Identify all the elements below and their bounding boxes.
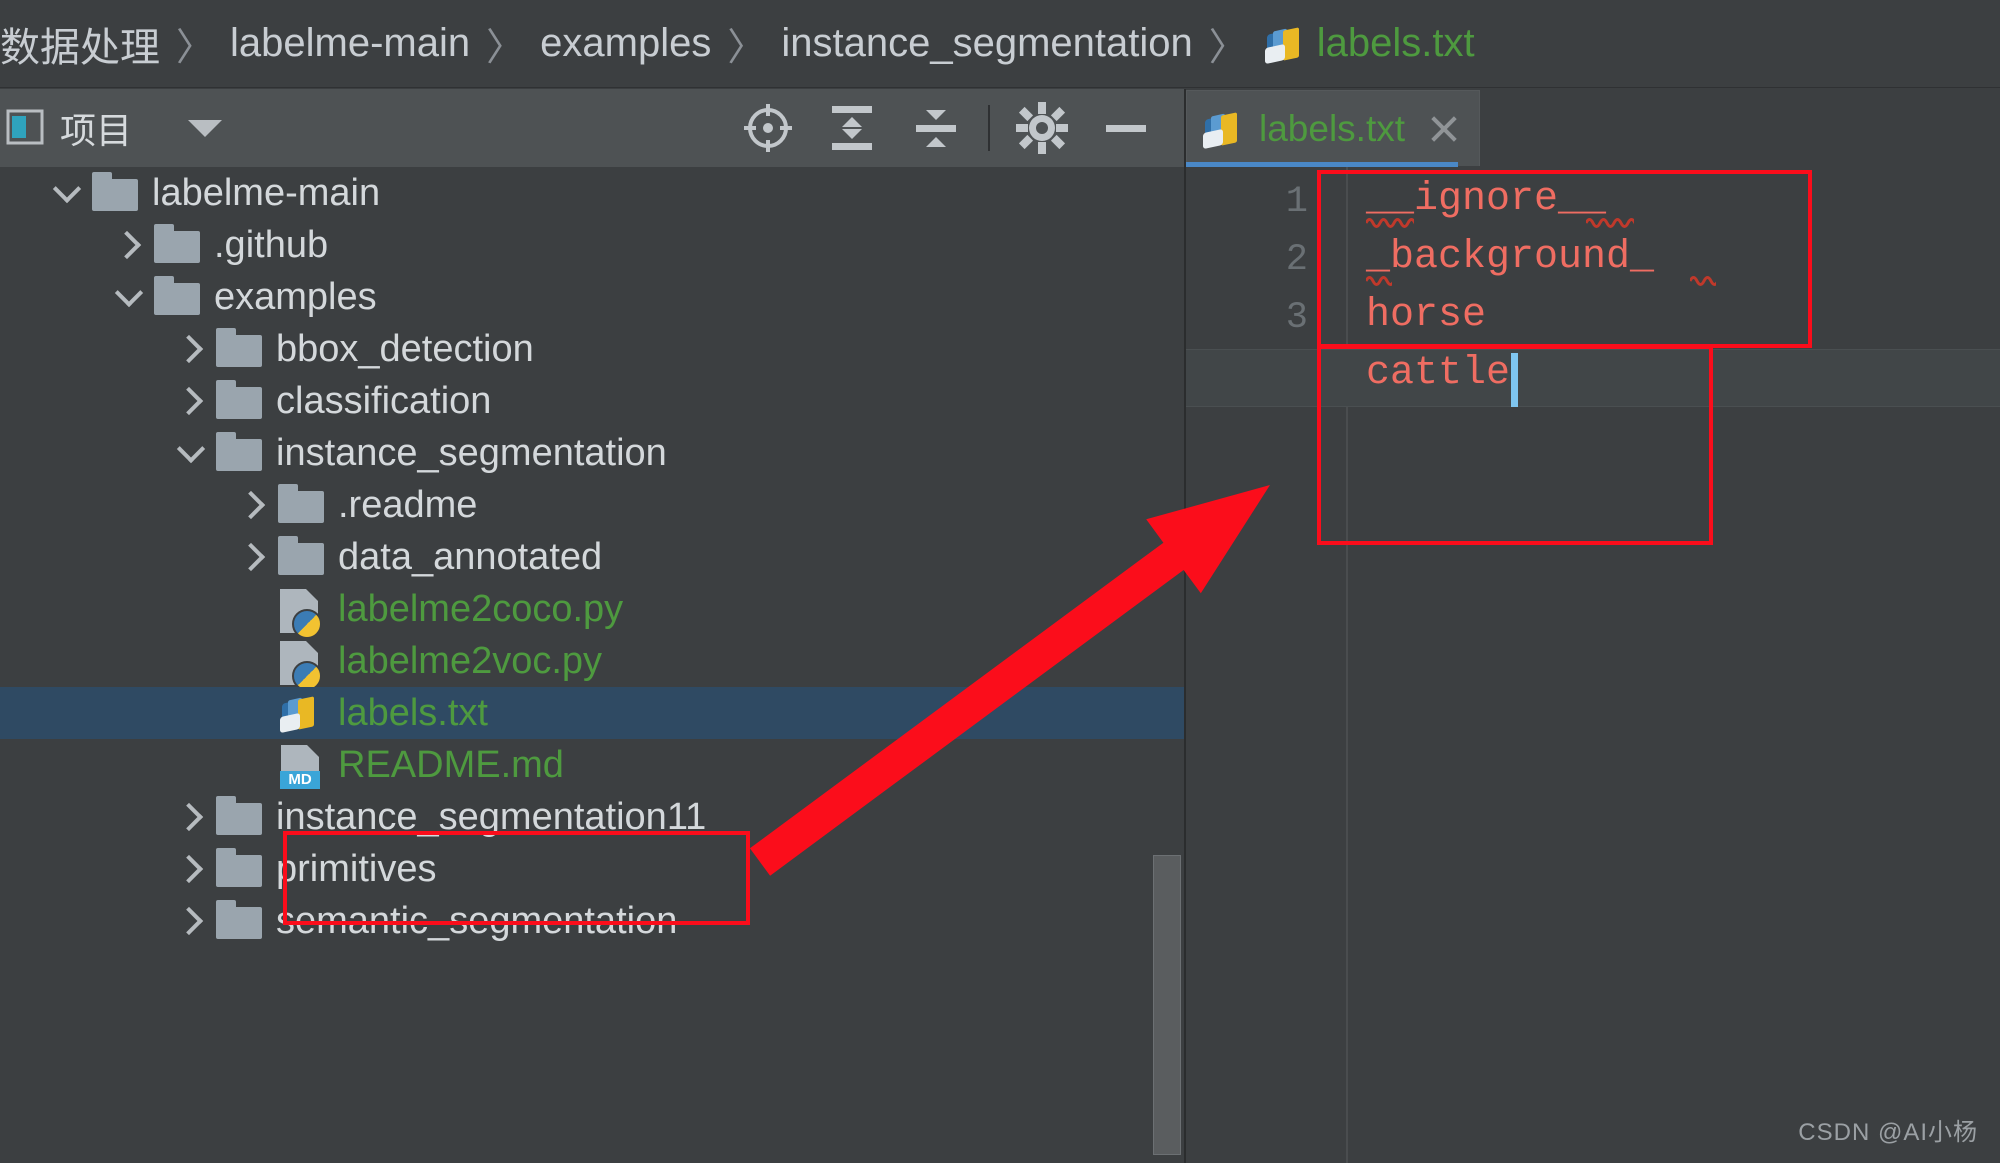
breadcrumb-item-label: labelme-main xyxy=(230,21,470,66)
project-tree: labelme-main .github examples bbox_detectio… xyxy=(0,167,1184,1163)
editor-top-box xyxy=(1317,170,1812,348)
chevron-right-icon[interactable] xyxy=(176,906,206,936)
folder-icon xyxy=(216,797,262,837)
line-number: 1 xyxy=(1286,181,1308,223)
ide-window: 数据处理 〉 labelme-main 〉 examples 〉 instance_segm… xyxy=(0,0,2000,1163)
close-icon[interactable] xyxy=(1427,112,1461,146)
folder-icon xyxy=(216,381,262,421)
toolbar-divider xyxy=(988,105,990,151)
chevron-right-icon[interactable] xyxy=(114,230,144,260)
project-panel-toolbar xyxy=(726,89,1184,167)
line-number-gutter: 1234 xyxy=(1186,167,1334,1163)
tab-labels-txt[interactable]: labels.txt xyxy=(1186,90,1480,166)
collapse-all-icon[interactable] xyxy=(894,89,978,167)
chevron-down-icon[interactable] xyxy=(188,120,222,137)
tree-item[interactable]: .github xyxy=(0,219,1184,271)
tree-item-label: instance_segmentation xyxy=(276,432,667,475)
breadcrumb-item-3[interactable]: instance_segmentation xyxy=(781,21,1192,66)
txt-file-icon xyxy=(278,693,324,733)
folder-icon xyxy=(278,537,324,577)
markdown-file-icon: MD xyxy=(278,745,324,785)
select-opened-file-icon[interactable] xyxy=(726,89,810,167)
folder-icon xyxy=(216,849,262,889)
tree-item[interactable]: .readme xyxy=(0,479,1184,531)
tree-item[interactable]: instance_segmentation xyxy=(0,427,1184,479)
breadcrumb-item-4[interactable]: labels.txt xyxy=(1263,21,1475,66)
chevron-down-icon[interactable] xyxy=(114,282,144,312)
tree-item-label: labelme-main xyxy=(152,172,380,215)
hide-panel-icon[interactable] xyxy=(1084,89,1168,167)
breadcrumb-separator: 〉 xyxy=(486,16,524,71)
chevron-down-icon[interactable] xyxy=(176,438,206,468)
tree-item-label: data_annotated xyxy=(338,536,602,579)
folder-icon xyxy=(216,433,262,473)
python-file-icon xyxy=(278,589,324,629)
breadcrumb-separator: 〉 xyxy=(727,16,765,71)
breadcrumb-item-label: labels.txt xyxy=(1317,21,1475,66)
tree-item[interactable]: data_annotated xyxy=(0,531,1184,583)
folder-icon xyxy=(154,225,200,265)
settings-gear-icon[interactable] xyxy=(1000,89,1084,167)
tree-item-label: labels.txt xyxy=(338,692,488,735)
txt-file-icon xyxy=(1201,109,1247,149)
chevron-down-icon[interactable] xyxy=(52,178,82,208)
tree-item[interactable]: examples xyxy=(0,271,1184,323)
breadcrumb-separator: 〉 xyxy=(176,16,214,71)
tree-item[interactable]: classification xyxy=(0,375,1184,427)
folder-icon xyxy=(278,485,324,525)
tab-label: labels.txt xyxy=(1259,108,1405,150)
chevron-right-icon[interactable] xyxy=(238,490,268,520)
folder-icon xyxy=(216,329,262,369)
project-panel-title: 项目 xyxy=(60,102,132,154)
breadcrumb-item-0[interactable]: 数据处理 xyxy=(0,15,160,73)
breadcrumb-item-label: instance_segmentation xyxy=(781,21,1192,66)
chevron-right-icon[interactable] xyxy=(238,542,268,572)
chevron-right-icon[interactable] xyxy=(176,854,206,884)
tree-item[interactable]: labelme2coco.py xyxy=(0,583,1184,635)
python-file-icon xyxy=(278,641,324,681)
tree-item-label: bbox_detection xyxy=(276,328,534,371)
chevron-right-icon[interactable] xyxy=(176,334,206,364)
expand-all-icon[interactable] xyxy=(810,89,894,167)
folder-icon xyxy=(154,277,200,317)
tree-item[interactable]: MD README.md xyxy=(0,739,1184,791)
tree-item-label: labelme2coco.py xyxy=(338,588,623,631)
tree-item-label: classification xyxy=(276,380,491,423)
chevron-right-icon[interactable] xyxy=(176,802,206,832)
folder-icon xyxy=(216,901,262,941)
tree-item[interactable]: bbox_detection xyxy=(0,323,1184,375)
chevron-right-icon[interactable] xyxy=(176,386,206,416)
tree-item-label: labelme2voc.py xyxy=(338,640,602,683)
tree-item-label: .readme xyxy=(338,484,477,527)
tree-item[interactable]: labels.txt xyxy=(0,687,1184,739)
tree-item[interactable]: labelme-main xyxy=(0,167,1184,219)
project-panel-header: 项目 xyxy=(0,89,1184,167)
watermark: CSDN @AI小杨 xyxy=(1798,1112,1978,1147)
tree-item-label: examples xyxy=(214,276,377,319)
tree-labels-box xyxy=(283,831,750,925)
breadcrumb: 数据处理 〉 labelme-main 〉 examples 〉 instance_segm… xyxy=(0,0,2000,88)
tree-item[interactable]: labelme2voc.py xyxy=(0,635,1184,687)
breadcrumb-item-label: examples xyxy=(540,21,711,66)
editor-lower-box xyxy=(1317,345,1713,545)
txt-file-icon xyxy=(1263,24,1309,64)
breadcrumb-item-label: 数据处理 xyxy=(0,15,160,73)
tree-scrollbar[interactable] xyxy=(1153,855,1181,1155)
tree-item-label: .github xyxy=(214,224,328,267)
breadcrumb-separator: 〉 xyxy=(1209,16,1247,71)
editor-tab-bar: labels.txt xyxy=(1186,89,2000,167)
project-view-icon xyxy=(4,105,46,152)
line-number: 3 xyxy=(1286,297,1308,339)
tree-item-label: README.md xyxy=(338,744,564,787)
breadcrumb-item-1[interactable]: labelme-main xyxy=(230,21,470,66)
project-panel-title-group[interactable]: 项目 xyxy=(0,102,132,154)
breadcrumb-item-2[interactable]: examples xyxy=(540,21,711,66)
line-number: 2 xyxy=(1286,239,1308,281)
folder-icon xyxy=(92,173,138,213)
